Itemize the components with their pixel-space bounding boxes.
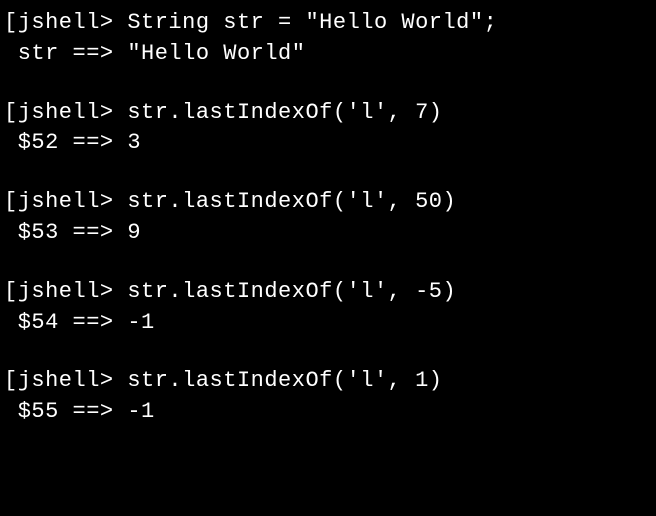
command-line: [jshell> str.lastIndexOf('l', -5) (4, 277, 652, 308)
command-text: str.lastIndexOf('l', 7) (127, 100, 442, 125)
command-block: [jshell> str.lastIndexOf('l', 50) $53 ==… (4, 187, 652, 249)
result-value: 9 (127, 220, 141, 245)
result-line: $52 ==> 3 (4, 128, 652, 159)
result-variable: $55 (18, 399, 59, 424)
command-text: String str = "Hello World"; (127, 10, 497, 35)
command-line: [jshell> str.lastIndexOf('l', 50) (4, 187, 652, 218)
shell-prompt: jshell> (18, 368, 114, 393)
command-text: str.lastIndexOf('l', -5) (127, 279, 456, 304)
shell-prompt: jshell> (18, 10, 114, 35)
command-block: [jshell> str.lastIndexOf('l', 1) $55 ==>… (4, 366, 652, 428)
shell-prompt: jshell> (18, 279, 114, 304)
result-value: 3 (127, 130, 141, 155)
command-text: str.lastIndexOf('l', 50) (127, 189, 456, 214)
command-text: str.lastIndexOf('l', 1) (127, 368, 442, 393)
result-variable: str (18, 41, 59, 66)
bracket-open: [ (4, 368, 18, 393)
command-block: [jshell> str.lastIndexOf('l', -5) $54 ==… (4, 277, 652, 339)
result-value: "Hello World" (127, 41, 305, 66)
bracket-open: [ (4, 10, 18, 35)
command-block: [jshell> str.lastIndexOf('l', 7) $52 ==>… (4, 98, 652, 160)
command-line: [jshell> String str = "Hello World"; (4, 8, 652, 39)
command-line: [jshell> str.lastIndexOf('l', 7) (4, 98, 652, 129)
result-variable: $54 (18, 310, 59, 335)
result-line: $55 ==> -1 (4, 397, 652, 428)
bracket-open: [ (4, 279, 18, 304)
result-variable: $52 (18, 130, 59, 155)
terminal-output: [jshell> String str = "Hello World"; str… (4, 8, 652, 428)
shell-prompt: jshell> (18, 100, 114, 125)
result-value: -1 (127, 310, 154, 335)
result-line: $54 ==> -1 (4, 308, 652, 339)
result-variable: $53 (18, 220, 59, 245)
shell-prompt: jshell> (18, 189, 114, 214)
command-line: [jshell> str.lastIndexOf('l', 1) (4, 366, 652, 397)
result-line: $53 ==> 9 (4, 218, 652, 249)
command-block: [jshell> String str = "Hello World"; str… (4, 8, 652, 70)
bracket-open: [ (4, 100, 18, 125)
bracket-open: [ (4, 189, 18, 214)
result-line: str ==> "Hello World" (4, 39, 652, 70)
result-value: -1 (127, 399, 154, 424)
